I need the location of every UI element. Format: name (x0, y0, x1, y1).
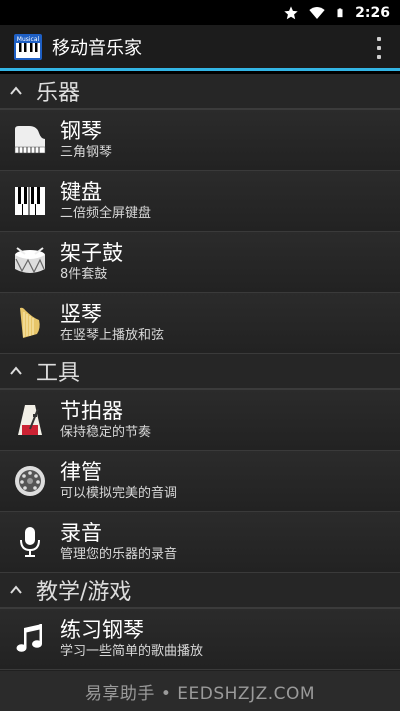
music-note-icon (12, 621, 48, 657)
item-title: 律管 (60, 460, 102, 484)
item-subtitle: 8件套鼓 (60, 267, 108, 282)
footer-watermark: 易享助手 • EEDSHZJZ.COM (0, 671, 400, 711)
keyboard-icon (12, 183, 48, 219)
section-label: 教学/游戏 (36, 580, 132, 605)
item-title: 架子鼓 (60, 241, 123, 265)
list-item-metronome[interactable]: 节拍器 保持稳定的节奏 (0, 390, 400, 451)
list-item-recording[interactable]: 录音 管理您的乐器的录音 (0, 512, 400, 573)
star-icon (284, 5, 298, 19)
item-subtitle: 管理您的乐器的录音 (60, 547, 178, 562)
item-title: 钢琴 (60, 119, 102, 143)
section-header-tools[interactable]: 工具 (0, 354, 400, 390)
microphone-icon (12, 524, 48, 560)
app-logo-icon[interactable]: Musical (14, 33, 42, 60)
action-bar: Musical 移动音乐家 (0, 25, 400, 71)
list-item-piano[interactable]: 钢琴 三角钢琴 (0, 110, 400, 171)
overflow-menu-icon[interactable] (372, 37, 386, 59)
svg-text:Musical: Musical (17, 36, 40, 43)
list-item-drums[interactable]: 架子鼓 8件套鼓 (0, 232, 400, 293)
watermark-text: 易享助手 • EEDSHZJZ.COM (84, 683, 316, 704)
app-title: 移动音乐家 (52, 37, 142, 59)
chevron-up-icon (10, 366, 22, 375)
section-header-instruments[interactable]: 乐器 (0, 74, 400, 110)
item-subtitle: 在竖琴上播放和弦 (60, 328, 165, 343)
item-subtitle: 保持稳定的节奏 (60, 425, 152, 440)
status-time: 2:26 (355, 4, 390, 21)
chevron-up-icon (10, 585, 22, 594)
list-item-pitch-pipe[interactable]: 律管 可以模拟完美的音调 (0, 451, 400, 512)
status-bar: 2:26 (0, 0, 400, 25)
item-title: 录音 (60, 521, 102, 545)
chevron-up-icon (10, 86, 22, 95)
item-title: 键盘 (60, 180, 102, 204)
metronome-icon (12, 402, 48, 438)
item-subtitle: 学习一些简单的歌曲播放 (60, 644, 204, 659)
list-item-keyboard[interactable]: 键盘 二倍频全屏键盘 (0, 171, 400, 232)
harp-icon (12, 305, 48, 341)
item-title: 竖琴 (60, 302, 102, 326)
section-header-learning-games[interactable]: 教学/游戏 (0, 573, 400, 609)
grand-piano-icon (12, 122, 48, 158)
battery-icon (337, 7, 343, 17)
section-label: 工具 (36, 361, 81, 386)
item-title: 练习钢琴 (60, 618, 144, 642)
wifi-icon (309, 6, 325, 19)
list-item-harp[interactable]: 竖琴 在竖琴上播放和弦 (0, 293, 400, 354)
pitch-pipe-icon (12, 463, 48, 499)
menu-list: 乐器 钢琴 三角钢琴 键盘 二倍频全屏键盘 架子鼓 8件套鼓 竖琴 在竖琴上播放… (0, 74, 400, 671)
item-subtitle: 可以模拟完美的音调 (60, 486, 178, 501)
list-item-practice-piano[interactable]: 练习钢琴 学习一些简单的歌曲播放 (0, 609, 400, 670)
item-subtitle: 二倍频全屏键盘 (60, 206, 152, 221)
drum-icon (12, 244, 48, 280)
section-label: 乐器 (36, 81, 81, 106)
item-title: 节拍器 (60, 399, 123, 423)
item-subtitle: 三角钢琴 (60, 145, 113, 160)
